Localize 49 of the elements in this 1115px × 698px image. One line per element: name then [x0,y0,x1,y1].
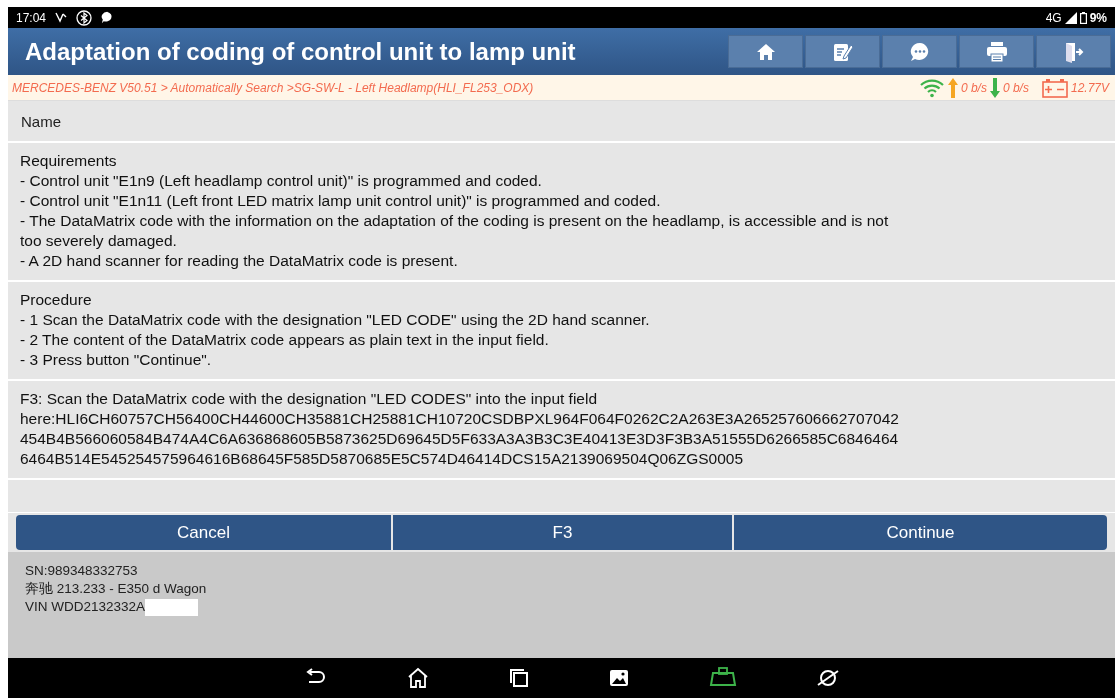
upload-rate: 0 b/s [960,80,987,95]
section-text: - 3 Press button "Continue". [20,350,213,370]
network-label: 4G [1045,10,1062,25]
column-header: Name [21,112,61,130]
car-battery-icon [1041,77,1068,98]
section-text: Requirements [20,151,118,171]
status-time: 17:04 [16,10,47,25]
section-text: 6464B514E545254575964616B68645F585D5870685E5C574D46414DCS15A2139069504Q06ZGS0005 [20,449,745,469]
vci-connector-icon[interactable] [708,667,737,689]
vehicle-name: 奔驰 213.233 - E350 d Wagon [25,580,208,598]
download-arrow-icon [989,77,1000,98]
image-icon[interactable] [608,669,629,687]
vin-number: VIN WDD2132332A [25,598,146,616]
section-text: - The DataMatrix code with the information on the adaptation of the coding is present on the headlamp, is accessible and is not [20,211,890,231]
redaction-box [145,598,199,616]
bluetooth-icon [76,9,93,26]
chat-icon [908,40,931,63]
battery-percent: 9% [1089,10,1107,25]
home-icon [755,41,776,62]
action-button[interactable]: Cancel [16,515,391,550]
download-rate: 0 b/s [1002,80,1029,95]
action-button[interactable]: F3 [393,515,732,550]
section-text: - 1 Scan the DataMatrix code with the designation "LED CODE" using the 2D hand scanner. [20,310,651,330]
battery-voltage: 12.77V [1070,80,1109,95]
action-button[interactable]: Continue [734,515,1107,550]
battery-icon [1079,11,1087,24]
exit-button[interactable] [1036,35,1111,68]
section-text: - Control unit "E1n9 (Left headlamp control unit)" is programmed and coded. [20,171,543,191]
signal-icon [1064,11,1077,24]
section-text: - 2 The content of the DataMatrix code appears as plain text in the input field. [20,330,550,350]
recents-icon[interactable] [508,668,529,688]
chat-button[interactable] [882,35,957,68]
page-title: Adaptation of coding of control unit to lamp unit [25,37,576,66]
section-text: - A 2D hand scanner for reading the DataMatrix code is present. [20,251,459,271]
upload-arrow-icon [947,77,958,98]
home-icon[interactable] [406,667,429,689]
section-text: Procedure [20,290,93,310]
serial-number: SN:989348332753 [25,562,139,580]
printer-icon [985,40,1008,63]
breadcrumb-path: MERCEDES-BENZ V50.51 > Automatically Search >SG-SW-L - Left Headlamp(HLI_FL253_ODX) [12,80,534,95]
section-text: F3: Scan the DataMatrix code with the designation "LED CODES" into the input field [20,389,599,409]
section-text: here:HLI6CH60757CH56400CH44600CH35881CH25881CH10720CSDBPXL964F064F0262C2A263E3A265257606662707042 [20,409,900,429]
section-text: too severely damaged. [20,231,178,251]
wifi-icon [918,77,945,98]
section-text: - Control unit "E1n11 (Left front LED matrix lamp unit control unit)" is programmed and coded. [20,191,662,211]
home-button[interactable] [728,35,803,68]
section-text: 454B4B566060584B474A4C6A636868605B5873625D69645D5F633A3A3B3C3E40413E3D3F3B3A51555D6266585C6846464 [20,429,900,449]
print-button[interactable] [959,35,1034,68]
edit-button[interactable] [805,35,880,68]
